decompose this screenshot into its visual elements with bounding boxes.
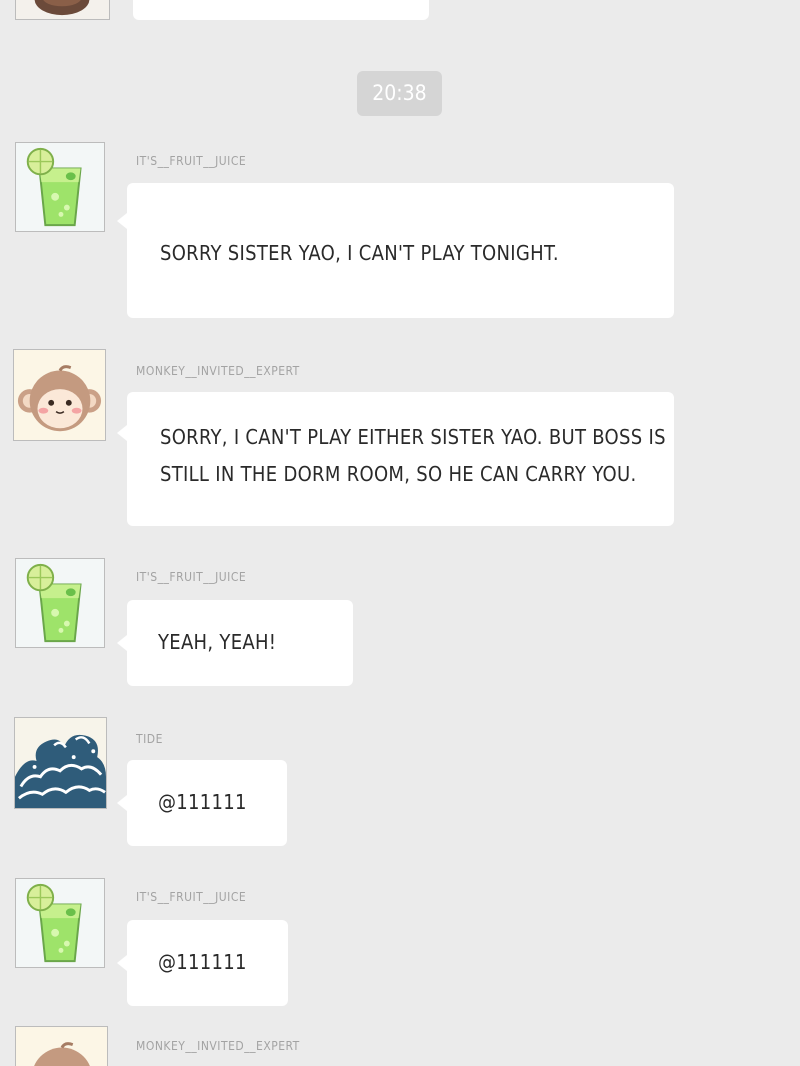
- message-bubble[interactable]: @111111: [117, 760, 287, 846]
- sender-name: IT'S__FRUIT__JUICE: [136, 890, 247, 904]
- message-bubble[interactable]: SORRY SISTER YAO, I CAN'T PLAY TONIGHT.: [117, 183, 674, 318]
- monkey-avatar-icon: [14, 350, 105, 440]
- fruit-juice-avatar-icon: [16, 879, 104, 967]
- fruit-juice-avatar-icon: [16, 559, 104, 647]
- message-bubble[interactable]: YEAH, YEAH!: [117, 600, 353, 686]
- sender-avatar[interactable]: [15, 878, 105, 968]
- fruit-juice-avatar-icon: [16, 143, 104, 231]
- message-text: @111111: [158, 790, 247, 814]
- message-bubble[interactable]: SORRY, I CAN'T PLAY EITHER SISTER YAO. B…: [117, 392, 674, 526]
- chat-window: 20:38 IT'S__FRUIT__JUICE SORRY SISTER YA…: [0, 0, 800, 1066]
- message-text: SORRY SISTER YAO, I CAN'T PLAY TONIGHT.: [160, 241, 559, 265]
- wave-avatar-icon: [15, 718, 106, 808]
- message-bubble-partial[interactable]: [133, 0, 429, 20]
- sender-name: TIDE: [136, 732, 163, 746]
- message-bubble[interactable]: @111111: [117, 920, 288, 1006]
- sender-avatar[interactable]: [14, 717, 107, 809]
- sender-avatar[interactable]: [13, 349, 106, 441]
- food-avatar-icon: [16, 0, 109, 19]
- message-text: SORRY, I CAN'T PLAY EITHER SISTER YAO. B…: [160, 425, 666, 486]
- sender-name: IT'S__FRUIT__JUICE: [136, 570, 247, 584]
- monkey-avatar-icon: [16, 1027, 107, 1066]
- message-text: YEAH, YEAH!: [158, 630, 277, 654]
- sender-name: IT'S__FRUIT__JUICE: [136, 154, 247, 168]
- sender-avatar[interactable]: [15, 558, 105, 648]
- sender-avatar[interactable]: [15, 1026, 108, 1066]
- sender-name: MONKEY__INVITED__EXPERT: [136, 1039, 300, 1053]
- message-text: @111111: [158, 950, 247, 974]
- avatar-partial-top[interactable]: [15, 0, 110, 20]
- sender-avatar[interactable]: [15, 142, 105, 232]
- sender-name: MONKEY__INVITED__EXPERT: [136, 364, 300, 378]
- timestamp-badge: 20:38: [357, 71, 442, 116]
